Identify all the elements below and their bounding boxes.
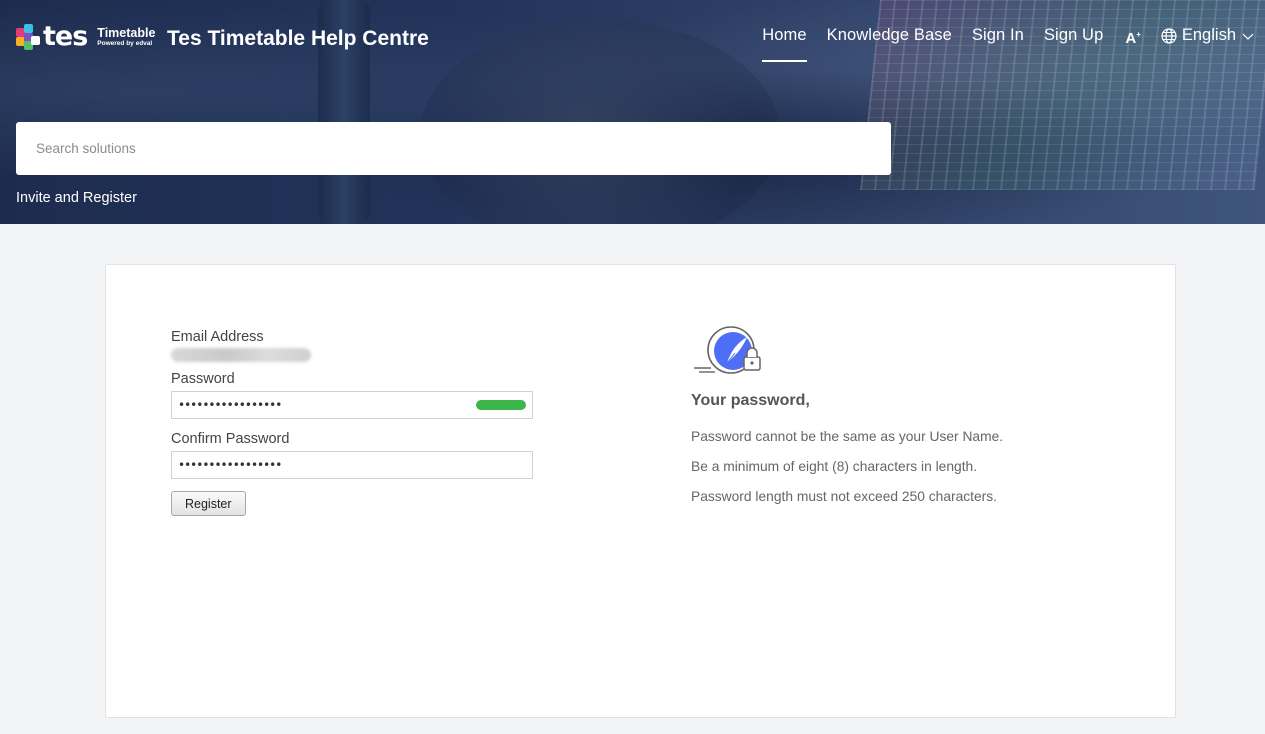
rule-item: Be a minimum of eight (8) characters in … [691,459,978,474]
rules-heading: Your password, [691,392,810,409]
globe-icon [1161,27,1177,44]
password-lock-illustration-icon [694,326,761,374]
password-field-wrap [171,391,533,419]
password-label: Password [171,371,235,387]
form-spacer [171,362,533,371]
font-size-icon[interactable]: A+ [1125,30,1141,47]
nav-knowledge-base[interactable]: Knowledge Base [827,26,952,62]
confirm-password-field[interactable] [171,451,533,479]
rule-item: Password length must not exceed 250 char… [691,489,997,504]
nav-home[interactable]: Home [762,26,808,62]
password-strength-bar [476,400,526,410]
breadcrumb[interactable]: Invite and Register [16,190,137,206]
confirm-password-wrap [171,451,533,479]
nav-sign-in[interactable]: Sign In [972,26,1024,62]
search-input[interactable] [16,122,891,175]
tes-logo-icon [16,24,40,50]
logo-product: Timetable [97,25,156,40]
nav-sign-up[interactable]: Sign Up [1044,26,1103,62]
password-rules: Your password, Password cannot be the sa… [691,323,1111,504]
register-form: Email Address •••••••••••••••••••• Passw… [171,329,533,516]
email-value: •••••••••••••••••••• [171,348,311,362]
register-button[interactable]: Register [171,491,246,516]
language-selector[interactable]: English [1161,26,1255,45]
site-logo[interactable]: tes Timetable Powered by edval [16,21,156,52]
register-card: Email Address •••••••••••••••••••• Passw… [105,264,1176,718]
language-label: English [1181,26,1236,44]
site-title[interactable]: Tes Timetable Help Centre [167,27,429,51]
rule-item: Password cannot be the same as your User… [691,429,1004,444]
chevron-down-icon [1242,33,1254,40]
email-label: Email Address [171,329,264,345]
logo-subtitle: Timetable Powered by edval [97,25,156,48]
top-nav: Home Knowledge Base Sign In Sign Up A+ E… [762,26,1265,62]
form-spacer [171,419,533,431]
font-size-label: A [1125,30,1137,47]
logo-tagline: Powered by edval [97,39,153,47]
confirm-password-label: Confirm Password [171,431,290,447]
logo-wordmark: tes [43,21,88,52]
